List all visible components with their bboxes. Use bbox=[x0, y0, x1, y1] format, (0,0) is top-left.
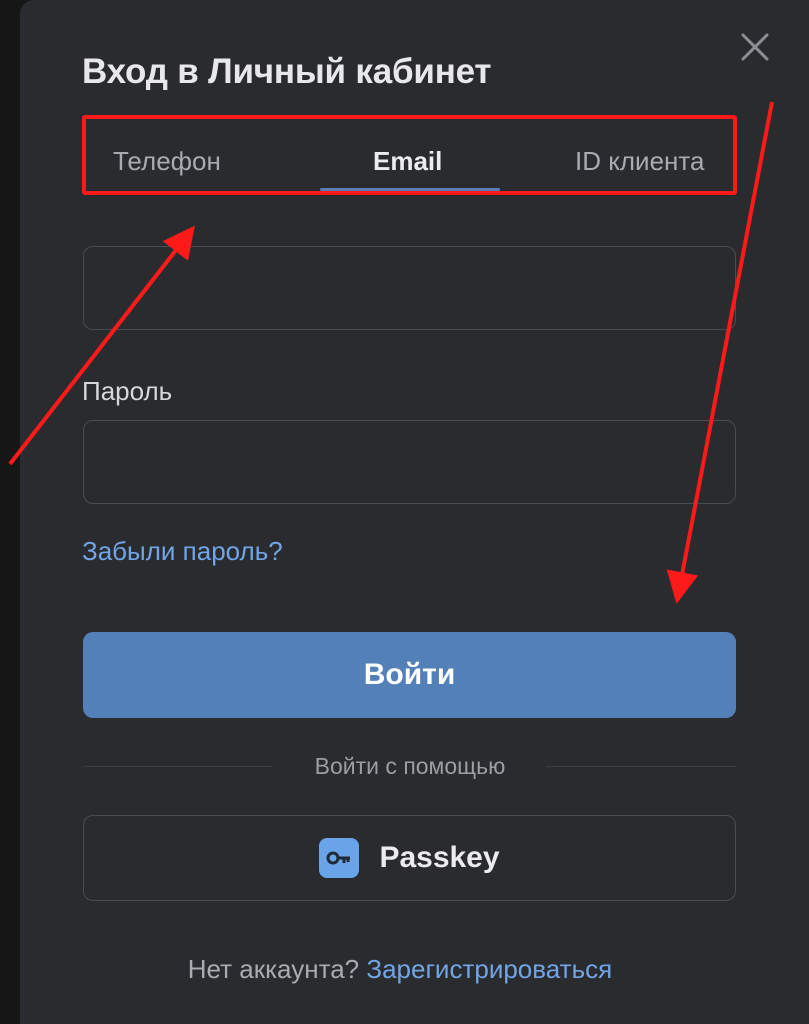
forgot-password-link[interactable]: Забыли пароль? bbox=[82, 536, 283, 567]
register-row: Нет аккаунта? Зарегистрироваться bbox=[20, 954, 780, 985]
passkey-label: Passkey bbox=[379, 841, 500, 874]
divider-text: Войти с помощью bbox=[314, 753, 506, 779]
annotation-highlight-box bbox=[82, 115, 737, 195]
divider-line-right bbox=[546, 766, 736, 767]
password-label: Пароль bbox=[82, 376, 173, 406]
close-icon bbox=[741, 33, 769, 61]
passkey-button[interactable]: Passkey bbox=[83, 815, 736, 901]
close-button[interactable] bbox=[736, 28, 774, 66]
no-account-text: Нет аккаунта? bbox=[187, 954, 360, 984]
register-link[interactable]: Зарегистрироваться bbox=[366, 954, 612, 984]
divider-line-left bbox=[83, 766, 273, 767]
login-button[interactable]: Войти bbox=[83, 632, 736, 718]
key-icon bbox=[319, 838, 360, 878]
modal-title: Вход в Личный кабинет bbox=[82, 52, 492, 91]
email-field[interactable] bbox=[83, 246, 736, 330]
password-field[interactable] bbox=[83, 420, 736, 504]
